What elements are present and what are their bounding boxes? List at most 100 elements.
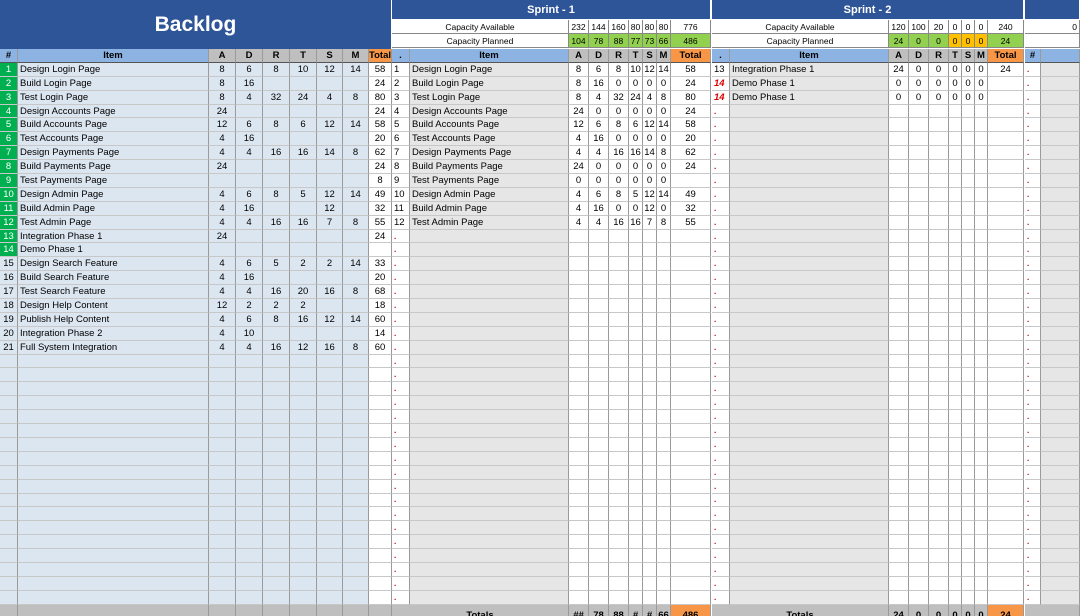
item-cell[interactable]: Build Payments Page	[18, 160, 209, 175]
value-cell[interactable]	[949, 229, 962, 244]
value-cell[interactable]: 0	[643, 76, 657, 91]
value-cell[interactable]	[975, 285, 988, 300]
value-cell[interactable]	[949, 174, 962, 188]
value-cell[interactable]	[975, 410, 988, 425]
item-cell[interactable]	[730, 271, 889, 286]
value-cell[interactable]	[589, 535, 609, 550]
value-cell[interactable]	[569, 535, 589, 550]
item-cell[interactable]: Test Payments Page	[410, 174, 569, 188]
column-header[interactable]	[1041, 49, 1080, 63]
row-number[interactable]: 2	[0, 76, 18, 91]
row-number[interactable]: .	[392, 507, 410, 522]
value-cell[interactable]	[889, 229, 909, 244]
value-cell[interactable]	[962, 590, 975, 605]
item-cell[interactable]	[410, 354, 569, 369]
row-number[interactable]: .	[392, 382, 410, 397]
row-number[interactable]: .	[712, 340, 730, 355]
value-cell[interactable]	[671, 549, 711, 563]
value-cell[interactable]	[317, 132, 343, 147]
row-number[interactable]: .	[1025, 76, 1041, 91]
value-cell[interactable]	[343, 243, 369, 258]
value-cell[interactable]: 20	[671, 132, 711, 147]
value-cell[interactable]	[263, 535, 290, 550]
column-header[interactable]: T	[290, 49, 317, 63]
value-cell[interactable]	[909, 312, 929, 327]
value-cell[interactable]	[949, 299, 962, 313]
value-cell[interactable]: 4	[589, 90, 609, 105]
value-cell[interactable]	[962, 215, 975, 230]
value-cell[interactable]	[609, 271, 629, 286]
value-cell[interactable]	[889, 354, 909, 369]
value-cell[interactable]: 12	[317, 201, 343, 216]
value-cell[interactable]	[975, 562, 988, 577]
value-cell[interactable]	[369, 437, 392, 452]
row-number[interactable]: .	[392, 521, 410, 536]
value-cell[interactable]	[962, 326, 975, 341]
value-cell[interactable]	[589, 312, 609, 327]
value-cell[interactable]	[988, 549, 1024, 563]
item-cell[interactable]	[18, 549, 209, 563]
value-cell[interactable]	[671, 326, 711, 341]
row-number[interactable]: .	[1025, 451, 1041, 466]
value-cell[interactable]	[236, 354, 263, 369]
value-cell[interactable]	[889, 285, 909, 300]
item-cell[interactable]	[410, 437, 569, 452]
value-cell[interactable]	[671, 257, 711, 272]
value-cell[interactable]	[657, 479, 671, 494]
value-cell[interactable]	[236, 104, 263, 119]
row-number[interactable]	[0, 590, 18, 605]
value-cell[interactable]: 4	[569, 187, 589, 202]
value-cell[interactable]	[369, 451, 392, 466]
row-number[interactable]	[0, 437, 18, 452]
value-cell[interactable]	[962, 479, 975, 494]
value-cell[interactable]	[569, 396, 589, 411]
value-cell[interactable]	[909, 201, 929, 216]
value-cell[interactable]	[988, 132, 1024, 147]
value-cell[interactable]	[290, 507, 317, 522]
row-number[interactable]: 8	[0, 160, 18, 175]
value-cell[interactable]	[975, 396, 988, 411]
value-cell[interactable]	[949, 549, 962, 563]
value-cell[interactable]	[629, 549, 643, 563]
value-cell[interactable]: 0	[962, 76, 975, 91]
value-cell[interactable]	[609, 285, 629, 300]
value-cell[interactable]: 4	[209, 201, 236, 216]
value-cell[interactable]	[671, 382, 711, 397]
value-cell[interactable]	[657, 465, 671, 480]
value-cell[interactable]	[629, 590, 643, 605]
value-cell[interactable]	[609, 354, 629, 369]
value-cell[interactable]: 16	[317, 285, 343, 300]
value-cell[interactable]	[657, 229, 671, 244]
value-cell[interactable]: 0	[657, 76, 671, 91]
value-cell[interactable]	[909, 590, 929, 605]
row-number[interactable]: .	[392, 326, 410, 341]
value-cell[interactable]	[629, 562, 643, 577]
item-cell[interactable]: Integration Phase 1	[730, 62, 889, 77]
value-cell[interactable]	[889, 590, 909, 605]
value-cell[interactable]	[929, 437, 949, 452]
value-cell[interactable]: 8	[369, 174, 392, 188]
value-cell[interactable]: 16	[629, 146, 643, 161]
value-cell[interactable]	[263, 590, 290, 605]
value-cell[interactable]: 6	[290, 118, 317, 133]
column-header[interactable]: A	[569, 49, 589, 63]
value-cell[interactable]	[263, 424, 290, 438]
row-number[interactable]: .	[392, 535, 410, 550]
row-number[interactable]: .	[1025, 424, 1041, 438]
value-cell[interactable]	[369, 562, 392, 577]
item-cell[interactable]	[410, 340, 569, 355]
value-cell[interactable]	[209, 590, 236, 605]
value-cell[interactable]: 2	[236, 299, 263, 313]
value-cell[interactable]: 2	[290, 257, 317, 272]
item-cell[interactable]	[730, 549, 889, 563]
item-cell[interactable]	[410, 382, 569, 397]
row-number[interactable]: 2	[392, 76, 410, 91]
value-cell[interactable]: 4	[209, 340, 236, 355]
value-cell[interactable]	[929, 299, 949, 313]
row-number[interactable]: .	[712, 590, 730, 605]
item-cell[interactable]	[730, 437, 889, 452]
item-cell[interactable]	[18, 410, 209, 425]
value-cell[interactable]	[343, 576, 369, 591]
value-cell[interactable]: 6	[236, 257, 263, 272]
value-cell[interactable]: 4	[209, 312, 236, 327]
